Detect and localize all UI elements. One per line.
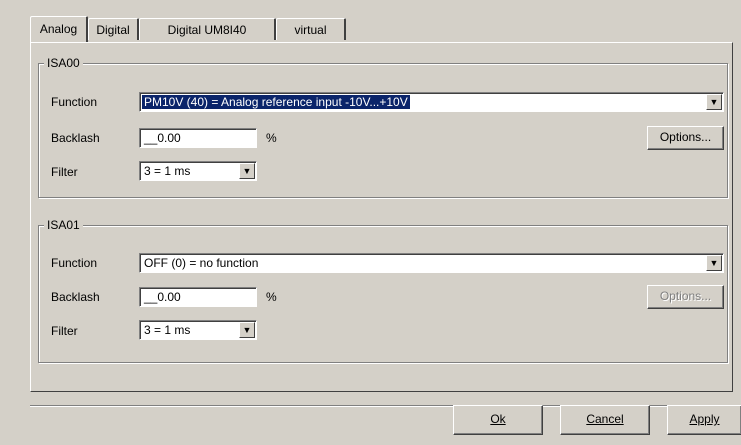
chevron-down-icon[interactable]: ▼ bbox=[706, 94, 722, 110]
function-label: Function bbox=[51, 95, 98, 109]
backlash-label: Backlash bbox=[51, 290, 100, 304]
function-select[interactable]: PM10V (40) = Analog reference input -10V… bbox=[139, 92, 724, 112]
filter-select[interactable]: 3 = 1 ms ▼ bbox=[139, 320, 257, 340]
tab-virtual[interactable]: virtual bbox=[276, 18, 346, 40]
backlash-input[interactable]: __0.00 bbox=[139, 128, 257, 148]
function-select[interactable]: OFF (0) = no function ▼ bbox=[139, 253, 724, 273]
chevron-down-icon[interactable]: ▼ bbox=[239, 322, 255, 338]
cancel-label: Cancel bbox=[586, 412, 624, 426]
tab-digital-um8i40[interactable]: Digital UM8I40 bbox=[139, 18, 276, 40]
tab-analog[interactable]: Analog bbox=[30, 16, 88, 42]
chevron-down-icon[interactable]: ▼ bbox=[706, 255, 722, 271]
ok-label: Ok bbox=[490, 412, 506, 426]
tab-label: Digital UM8I40 bbox=[167, 23, 247, 37]
filter-label: Filter bbox=[51, 165, 78, 179]
group-title: ISA00 bbox=[44, 56, 83, 70]
group-isa01: ISA01 Function OFF (0) = no function ▼ B… bbox=[38, 218, 728, 363]
backlash-unit: % bbox=[266, 290, 277, 304]
filter-value: 3 = 1 ms bbox=[144, 323, 191, 337]
tab-label: Analog bbox=[39, 22, 78, 36]
backlash-value: __0.00 bbox=[144, 290, 181, 304]
filter-label: Filter bbox=[51, 324, 78, 338]
function-value: OFF (0) = no function bbox=[144, 256, 259, 270]
options-label: Options... bbox=[659, 130, 712, 144]
tab-digital[interactable]: Digital bbox=[88, 18, 139, 40]
options-button[interactable]: Options... bbox=[647, 285, 724, 309]
backlash-unit: % bbox=[266, 131, 277, 145]
apply-button[interactable]: Apply bbox=[667, 405, 741, 435]
backlash-input[interactable]: __0.00 bbox=[139, 287, 257, 307]
tab-panel-analog: ISA00 Function PM10V (40) = Analog refer… bbox=[30, 42, 733, 392]
function-value: PM10V (40) = Analog reference input -10V… bbox=[142, 95, 410, 109]
chevron-down-icon[interactable]: ▼ bbox=[239, 163, 255, 179]
tab-label: virtual bbox=[294, 23, 327, 37]
group-isa00: ISA00 Function PM10V (40) = Analog refer… bbox=[38, 56, 728, 198]
ok-button[interactable]: Ok bbox=[453, 405, 543, 435]
backlash-value: __0.00 bbox=[144, 131, 181, 145]
filter-value: 3 = 1 ms bbox=[144, 164, 191, 178]
apply-label: Apply bbox=[689, 412, 720, 426]
backlash-label: Backlash bbox=[51, 131, 100, 145]
options-button[interactable]: Options... bbox=[647, 126, 724, 150]
tab-label: Digital bbox=[96, 23, 130, 37]
function-label: Function bbox=[51, 256, 98, 270]
filter-select[interactable]: 3 = 1 ms ▼ bbox=[139, 161, 257, 181]
group-title: ISA01 bbox=[44, 218, 83, 232]
options-label: Options... bbox=[659, 289, 712, 303]
cancel-button[interactable]: Cancel bbox=[560, 405, 650, 435]
